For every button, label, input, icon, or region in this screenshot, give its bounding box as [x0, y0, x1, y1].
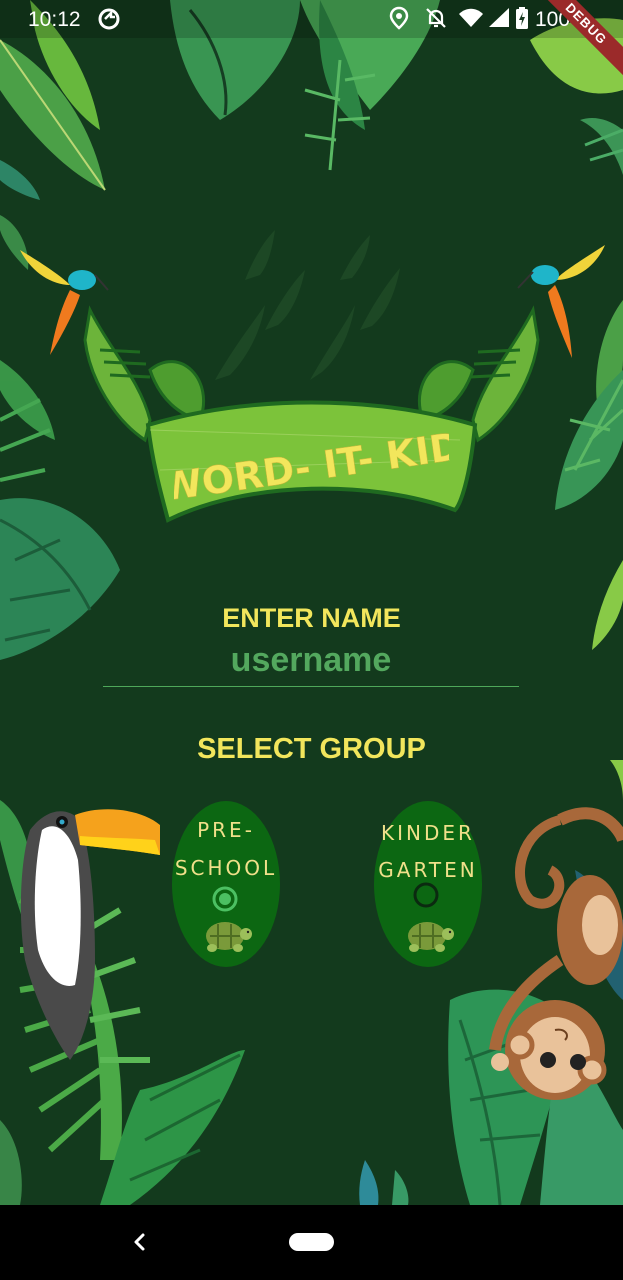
back-icon[interactable] — [126, 1227, 152, 1257]
turtle-icon — [408, 922, 454, 952]
group-option-kindergarten[interactable]: KINDER GARTEN — [374, 801, 482, 967]
group-option-line1: PRE- — [197, 818, 255, 842]
group-option-line2: GARTEN — [378, 858, 478, 882]
sync-icon — [98, 8, 120, 30]
status-time: 10:12 — [28, 8, 81, 31]
battery-icon — [516, 7, 528, 29]
radio-selected-icon[interactable] — [211, 885, 239, 913]
group-option-line2: SCHOOL — [174, 856, 278, 880]
radio-unselected-icon[interactable] — [412, 881, 440, 909]
wifi-icon — [459, 8, 483, 27]
logo-text: WORD- IT- KID — [174, 424, 449, 510]
location-icon — [389, 6, 409, 30]
signal-icon — [489, 8, 509, 27]
notifications-off-icon — [426, 8, 446, 28]
enter-name-label: ENTER NAME — [222, 603, 401, 633]
select-group-label: SELECT GROUP — [197, 733, 426, 765]
home-pill-icon[interactable] — [289, 1233, 334, 1251]
turtle-icon — [206, 922, 252, 952]
group-option-preschool[interactable]: PRE- SCHOOL — [172, 801, 280, 967]
group-option-line1: KINDER — [381, 821, 475, 845]
app-screen: { "status_bar": { "time": "10:12", "batt… — [0, 0, 623, 1280]
username-input[interactable] — [103, 638, 519, 687]
app-logo: WORD- IT- KID — [174, 424, 449, 510]
status-bar: 10:12 100% — [0, 0, 623, 38]
